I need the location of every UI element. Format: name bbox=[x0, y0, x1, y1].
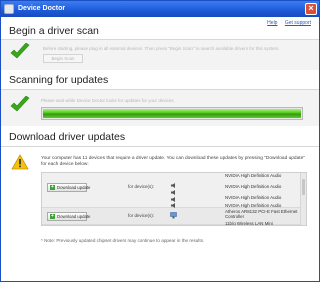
app-icon bbox=[4, 4, 14, 14]
scan-section-title: Begin a driver scan bbox=[9, 25, 99, 37]
scanning-hint: Please wait while Device Doctor looks fo… bbox=[41, 98, 175, 103]
for-devices-label: for device(s): bbox=[128, 213, 155, 218]
footnote: * Note: Previously updated chipset drive… bbox=[41, 238, 205, 243]
check-icon bbox=[10, 96, 30, 112]
scan-hint: Before starting, please plug in all exte… bbox=[43, 46, 280, 51]
help-link[interactable]: Help bbox=[267, 20, 277, 26]
device-doctor-window: Device Doctor × Help Get support Begin a… bbox=[0, 0, 320, 282]
scanning-section-title: Scanning for updates bbox=[9, 74, 109, 86]
warning-icon bbox=[11, 154, 29, 170]
for-devices-label: for device(s): bbox=[128, 184, 155, 189]
check-icon bbox=[10, 43, 30, 59]
speaker-icon bbox=[171, 190, 175, 195]
top-links: Help Get support bbox=[261, 20, 311, 26]
download-section-title: Download driver updates bbox=[9, 131, 126, 143]
device-name: NVIDIA High Definition Audio bbox=[225, 173, 282, 178]
scan-progress-bar bbox=[41, 107, 303, 120]
table-scrollbar[interactable] bbox=[300, 173, 306, 225]
download-update-button[interactable]: + Download update bbox=[47, 212, 91, 221]
plus-icon: + bbox=[50, 184, 55, 190]
window-title: Device Doctor bbox=[18, 5, 66, 12]
close-button[interactable]: × bbox=[305, 3, 317, 15]
device-name: 11b/g Wireless LAN Mini bbox=[225, 221, 273, 226]
get-support-link[interactable]: Get support bbox=[285, 20, 311, 26]
close-icon: × bbox=[308, 3, 314, 13]
driver-update-table: + Download update for device(s): NVIDIA … bbox=[41, 172, 307, 226]
scan-progress-fill bbox=[43, 109, 301, 118]
device-name: NVIDIA High Definition Audio bbox=[225, 195, 282, 200]
device-name: Atheros AR8132 PCI-E Fast Ethernet Contr… bbox=[225, 209, 298, 219]
begin-scan-button[interactable]: Begin Scan bbox=[43, 54, 83, 63]
plus-icon: + bbox=[50, 213, 55, 219]
speaker-icon bbox=[171, 183, 175, 188]
download-update-button[interactable]: + Download update bbox=[47, 183, 91, 192]
download-update-label: Download update bbox=[57, 185, 91, 190]
device-name: NVIDIA High Definition Audio bbox=[225, 184, 282, 189]
speaker-icon bbox=[171, 197, 175, 202]
title-bar[interactable]: Device Doctor × bbox=[1, 1, 319, 17]
network-icon bbox=[170, 212, 177, 219]
divider bbox=[1, 146, 319, 147]
download-update-label: Download update bbox=[57, 214, 91, 219]
download-description: Your computer has 11 devices that requir… bbox=[41, 156, 305, 167]
table-row: + Download update for device(s): NVIDIA … bbox=[42, 173, 306, 208]
scrollbar-thumb[interactable] bbox=[302, 179, 305, 195]
